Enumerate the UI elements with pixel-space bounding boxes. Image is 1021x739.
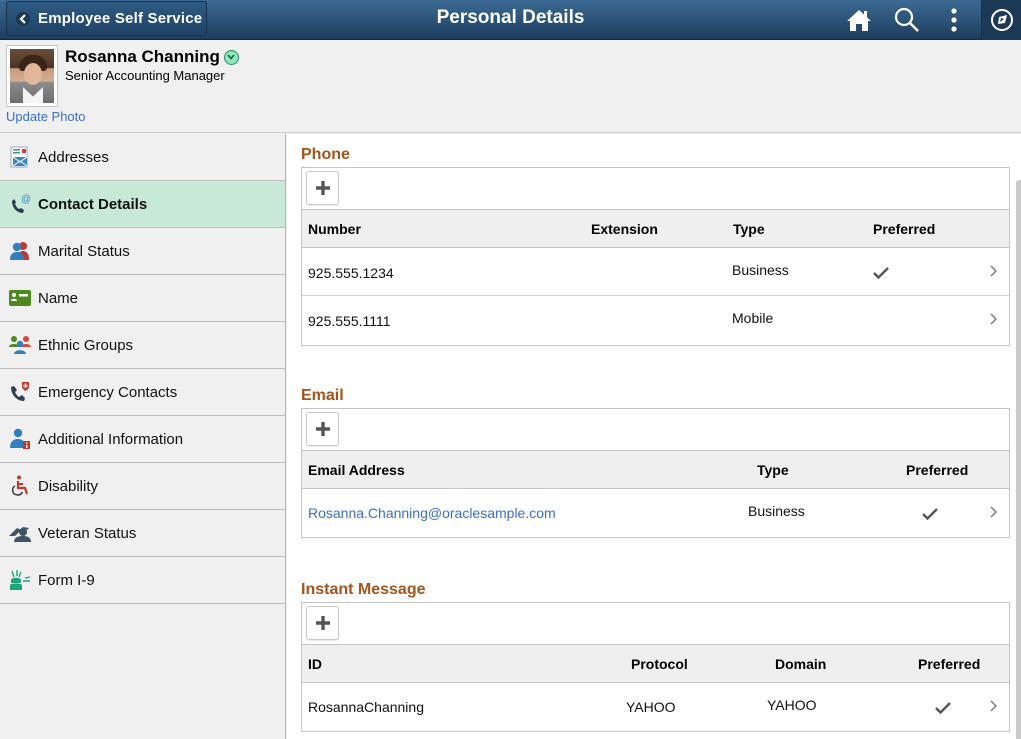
employee-name-text: Rosanna Channing	[65, 47, 220, 66]
sidebar-item-marital-status[interactable]: Marital Status	[0, 228, 285, 275]
email-address[interactable]: Rosanna.Channing@oraclesample.com	[308, 505, 556, 521]
form-i9-icon	[9, 569, 31, 591]
chevron-right-icon	[990, 506, 997, 518]
column-header-preferred: Preferred	[906, 462, 969, 478]
phone-number: 925.555.1111	[308, 313, 391, 329]
actions-menu-icon[interactable]	[944, 6, 964, 34]
email-row[interactable]: Rosanna.Channing@oraclesample.com Busine…	[302, 489, 1009, 537]
sidebar-item-label: Emergency Contacts	[38, 383, 178, 401]
employee-photo	[6, 45, 58, 107]
sidebar-item-label: Disability	[38, 477, 99, 495]
sidebar-item-label: Ethnic Groups	[38, 336, 134, 354]
sidebar-item-label: Additional Information	[38, 430, 184, 448]
column-header-preferred: Preferred	[918, 656, 981, 672]
add-phone-button[interactable]	[306, 171, 339, 205]
phone-row[interactable]: 925.555.1234 Business	[302, 248, 1009, 296]
sidebar-item-label: Marital Status	[38, 242, 130, 260]
sidebar-item-label: Veteran Status	[38, 524, 137, 542]
add-instant-message-button[interactable]	[306, 606, 339, 640]
search-icon[interactable]	[893, 6, 921, 34]
sidebar-item-contact-details[interactable]: @ Contact Details	[0, 181, 285, 228]
sidebar: Addresses @ Contact Details Marital Stat…	[0, 134, 286, 739]
sidebar-item-emergency-contacts[interactable]: Emergency Contacts	[0, 369, 285, 416]
column-header-domain: Domain	[775, 656, 827, 672]
vertical-scrollbar[interactable]	[1016, 180, 1021, 739]
main-content: Phone Number Extension Type Preferred 92…	[287, 134, 1021, 739]
employee-job-title: Senior Accounting Manager	[65, 68, 225, 83]
sidebar-item-label: Name	[38, 289, 79, 307]
plus-icon	[315, 422, 330, 436]
im-protocol: YAHOO	[626, 699, 676, 715]
instant-message-grid-toolbar	[302, 603, 1009, 645]
disability-icon	[9, 475, 31, 497]
chevron-down-icon[interactable]	[223, 49, 239, 65]
contact-details-icon: @	[9, 193, 31, 215]
phone-number: 925.555.1234	[308, 265, 394, 281]
plus-icon	[315, 616, 330, 630]
home-icon[interactable]	[845, 6, 873, 34]
email-grid: Email Address Type Preferred Rosanna.Cha…	[301, 408, 1010, 538]
back-button-label: Employee Self Service	[38, 10, 203, 27]
column-header-extension: Extension	[591, 221, 658, 237]
chevron-right-icon	[990, 700, 997, 712]
sidebar-item-name[interactable]: Name	[0, 275, 285, 322]
employee-profile: Update Photo Rosanna Channing Senior Acc…	[0, 41, 1021, 133]
sidebar-item-label: Form I-9	[38, 571, 95, 589]
chevron-left-icon	[16, 11, 30, 26]
add-email-button[interactable]	[306, 412, 339, 446]
sidebar-item-ethnic-groups[interactable]: Ethnic Groups	[0, 322, 285, 369]
navbar-compass-icon[interactable]	[989, 6, 1015, 34]
checkmark-icon	[935, 702, 951, 714]
plus-icon	[315, 181, 330, 195]
phone-grid-header: Number Extension Type Preferred	[302, 210, 1009, 248]
im-id: RosannaChanning	[308, 699, 424, 715]
checkmark-icon	[873, 267, 889, 279]
column-header-email-address: Email Address	[308, 462, 405, 478]
instant-message-row[interactable]: RosannaChanning YAHOO YAHOO	[302, 683, 1009, 731]
instant-message-grid-header: ID Protocol Domain Preferred	[302, 645, 1009, 683]
ethnic-groups-icon	[9, 334, 31, 356]
email-type: Business	[748, 503, 805, 519]
svg-text:@: @	[21, 194, 31, 205]
sidebar-item-addresses[interactable]: Addresses	[0, 134, 285, 181]
column-header-type: Type	[757, 462, 789, 478]
phone-type: Mobile	[732, 310, 774, 326]
emergency-contacts-icon	[9, 381, 31, 403]
im-domain: YAHOO	[767, 697, 817, 713]
top-banner: Employee Self Service Personal Details	[0, 0, 1021, 40]
veteran-status-icon	[9, 522, 31, 544]
instant-message-section-title: Instant Message	[301, 581, 426, 598]
column-header-id: ID	[308, 656, 322, 672]
phone-grid: Number Extension Type Preferred 925.555.…	[301, 167, 1010, 346]
addresses-icon	[9, 146, 31, 168]
employee-name: Rosanna Channing	[65, 47, 239, 67]
checkmark-icon	[922, 508, 938, 520]
sidebar-item-veteran-status[interactable]: Veteran Status	[0, 510, 285, 557]
phone-grid-toolbar	[302, 168, 1009, 210]
column-header-type: Type	[733, 221, 765, 237]
phone-row[interactable]: 925.555.1111 Mobile	[302, 296, 1009, 344]
sidebar-item-form-i9[interactable]: Form I-9	[0, 557, 285, 604]
chevron-right-icon	[990, 313, 997, 325]
update-photo-link[interactable]: Update Photo	[6, 109, 86, 124]
phone-section-title: Phone	[301, 146, 350, 163]
marital-status-icon	[9, 240, 31, 262]
phone-type: Business	[732, 262, 789, 278]
column-header-preferred: Preferred	[873, 221, 936, 237]
sidebar-item-label: Contact Details	[38, 195, 148, 213]
email-grid-toolbar	[302, 409, 1009, 451]
sidebar-item-additional-information[interactable]: Additional Information	[0, 416, 285, 463]
sidebar-item-disability[interactable]: Disability	[0, 463, 285, 510]
sidebar-item-label: Addresses	[38, 148, 109, 166]
chevron-right-icon	[990, 265, 997, 277]
instant-message-grid: ID Protocol Domain Preferred RosannaChan…	[301, 602, 1010, 732]
email-grid-header: Email Address Type Preferred	[302, 451, 1009, 489]
additional-info-icon	[9, 428, 31, 450]
email-section-title: Email	[301, 387, 344, 404]
name-card-icon	[9, 287, 31, 309]
column-header-protocol: Protocol	[631, 656, 688, 672]
back-button[interactable]: Employee Self Service	[6, 1, 207, 36]
column-header-number: Number	[308, 221, 361, 237]
